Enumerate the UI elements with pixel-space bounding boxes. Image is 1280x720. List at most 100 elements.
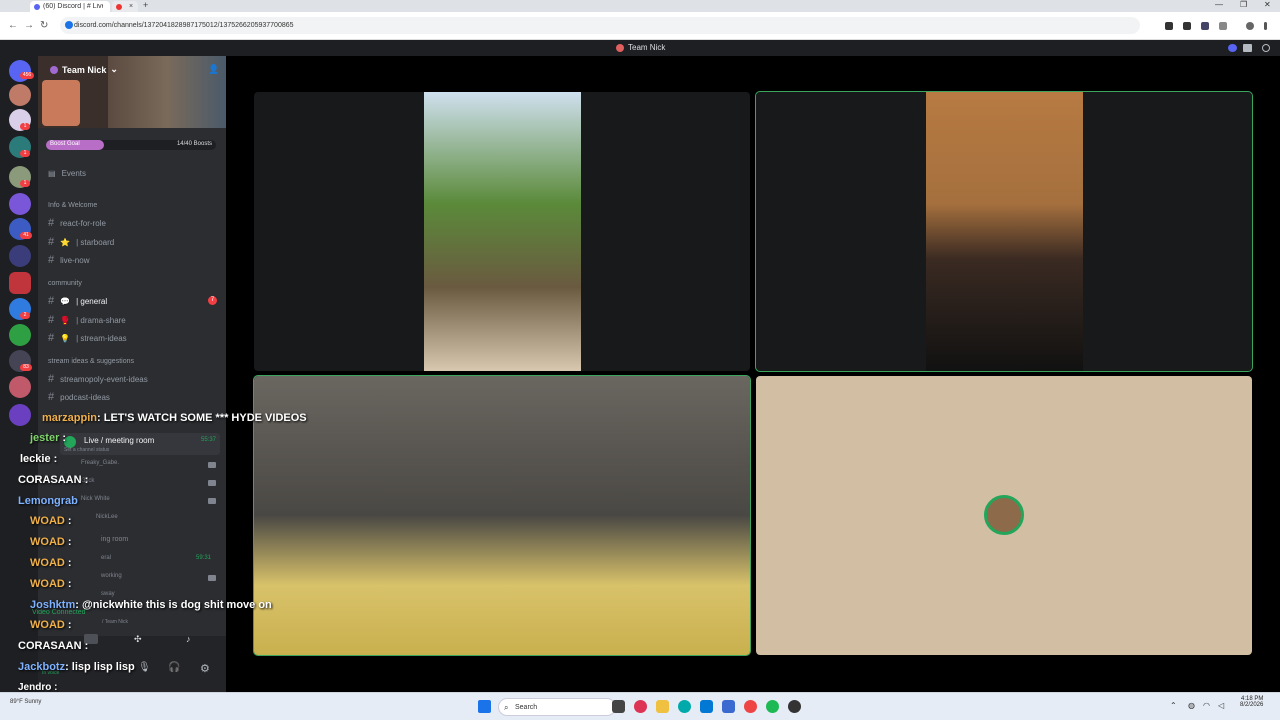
hash-icon: # <box>48 295 55 307</box>
voice-user[interactable]: Freaky_Gabe. <box>81 460 119 466</box>
voice-user[interactable]: Nick White <box>81 496 110 502</box>
boost-label: Boost Goal <box>50 141 80 147</box>
server-icon[interactable] <box>9 84 31 106</box>
server-icon[interactable] <box>9 272 31 294</box>
chat-username: WOAD <box>30 557 65 569</box>
obs-icon[interactable] <box>788 700 801 713</box>
boost-goal-bar[interactable]: Boost Goal 14/40 Boosts <box>46 140 216 150</box>
profile-icon[interactable] <box>1246 22 1254 30</box>
chat-message: WOAD : <box>30 536 72 548</box>
windows-taskbar: 89°F Sunny ⌕ Search ⌃ ◍ ◠ ◁ 4:18 PM 8/2/… <box>0 692 1280 720</box>
channel-status[interactable]: Set a channel status <box>64 447 109 453</box>
channel-streamopoly-event-ideas[interactable]: # streamopoly-event-ideas <box>48 373 148 385</box>
channel-label: | starboard <box>76 237 115 247</box>
minimize-button[interactable]: — <box>1215 0 1223 9</box>
screen-icon[interactable] <box>1243 44 1252 52</box>
task-view-icon[interactable] <box>612 700 625 713</box>
taskbar-search[interactable]: ⌕ Search <box>498 698 616 716</box>
new-tab-button[interactable]: + <box>143 0 148 10</box>
tray-chevron-icon[interactable]: ⌃ <box>1170 701 1177 710</box>
voice-user[interactable]: sway <box>101 591 115 597</box>
channel-stream-ideas[interactable]: # 💡 | stream-ideas <box>48 332 127 344</box>
search-label: Search <box>515 703 538 711</box>
star-icon: ⭐ <box>60 237 71 247</box>
reload-button[interactable]: ↻ <box>40 20 48 31</box>
edge-icon[interactable] <box>678 700 691 713</box>
soundboard-icon[interactable]: ♪ <box>186 634 191 644</box>
mention-badge: 41 <box>20 232 32 239</box>
server-icon[interactable] <box>9 404 31 426</box>
site-info-icon[interactable] <box>65 21 73 29</box>
inbox-icon[interactable] <box>1228 44 1237 52</box>
participant-video <box>926 92 1083 371</box>
discord-title-bar: Team Nick <box>0 40 1280 56</box>
voice-channel-live-meeting-room[interactable]: Live / meeting room 55:37 Set a channel … <box>60 433 220 455</box>
invite-icon[interactable]: 👤 <box>208 64 219 75</box>
voice-user[interactable]: working <box>101 573 122 579</box>
browser-tab-discord[interactable]: (60) Discord | # Live / ... <box>30 1 110 12</box>
server-name-header[interactable]: Team Nick ⌄ <box>50 64 118 75</box>
spotify-icon[interactable] <box>766 700 779 713</box>
channel-podcast-ideas[interactable]: # podcast-ideas <box>48 391 110 403</box>
mail-icon[interactable] <box>722 700 735 713</box>
server-icon[interactable] <box>9 324 31 346</box>
microphone-icon[interactable]: 🎙 <box>138 662 151 673</box>
voice-user[interactable]: eral <box>101 555 111 561</box>
server-icon[interactable] <box>9 245 31 267</box>
events-link[interactable]: ▤ Events <box>48 169 86 178</box>
chat-username: CORASAAN <box>18 640 82 652</box>
close-tab-icon[interactable]: × <box>129 3 133 10</box>
server-icon[interactable] <box>9 376 31 398</box>
weather-widget[interactable]: 89°F Sunny <box>10 699 41 705</box>
voice-channel-label[interactable]: ing room <box>101 536 128 543</box>
channel-live-now[interactable]: # live-now <box>48 254 89 266</box>
mention-badge: 1 <box>20 123 30 130</box>
network-icon[interactable]: ◍ <box>1188 701 1195 710</box>
category-stream-ideas[interactable]: stream ideas & suggestions <box>48 358 134 365</box>
windows-start-icon[interactable] <box>478 700 491 713</box>
chat-text: : <box>67 515 72 527</box>
channel-react-for-role[interactable]: # react-for-role <box>48 217 106 229</box>
close-window-button[interactable]: ✕ <box>1264 0 1271 9</box>
chat-message: CORASAAN : <box>18 640 88 652</box>
menu-icon[interactable] <box>1264 22 1267 30</box>
video-tile-3-speaking[interactable] <box>253 375 751 656</box>
activities-icon[interactable]: ✣ <box>134 634 142 645</box>
channel-label: | drama-share <box>76 315 126 325</box>
channel-starboard[interactable]: # ⭐ | starboard <box>48 236 114 248</box>
extension-icon[interactable] <box>1201 22 1209 30</box>
settings-gear-icon[interactable]: ⚙ <box>200 662 210 675</box>
server-icon[interactable] <box>9 193 31 215</box>
file-explorer-icon[interactable] <box>656 700 669 713</box>
forward-button[interactable]: → <box>24 20 34 31</box>
category-info-welcome[interactable]: Info & Welcome <box>48 202 97 209</box>
extension-icon[interactable] <box>1165 22 1173 30</box>
wifi-icon[interactable]: ◠ <box>1203 701 1210 710</box>
video-tile-4-avatar[interactable] <box>756 376 1252 655</box>
taskbar-clock[interactable]: 4:18 PM 8/2/2026 <box>1240 696 1263 708</box>
chat-message: jester : <box>30 432 66 444</box>
channel-general[interactable]: # 💬 | general <box>48 295 107 307</box>
chrome-icon[interactable] <box>744 700 757 713</box>
extensions-puzzle-icon[interactable] <box>1219 22 1227 30</box>
channel-drama-share[interactable]: # 🥊 | drama-share <box>48 314 126 326</box>
maximize-button[interactable]: ❐ <box>1240 0 1247 9</box>
browser-tab-second[interactable]: × <box>112 1 138 12</box>
video-tile-1[interactable] <box>254 92 750 371</box>
video-tile-2-speaking[interactable] <box>755 91 1253 372</box>
camera-icon <box>208 480 216 486</box>
mention-badge: 1 <box>20 150 30 157</box>
help-icon[interactable] <box>1262 44 1270 52</box>
back-button[interactable]: ← <box>8 20 18 31</box>
window-title: Team Nick <box>628 43 666 52</box>
headphones-icon[interactable]: 🎧 <box>168 662 180 673</box>
volume-icon[interactable]: ◁ <box>1218 701 1224 710</box>
copilot-icon[interactable] <box>634 700 647 713</box>
address-bar[interactable]: discord.com/channels/1372041828987175012… <box>60 17 1140 34</box>
extension-icon[interactable] <box>1183 22 1191 30</box>
chat-username: leckie <box>20 453 51 465</box>
chat-username: WOAD <box>30 619 65 631</box>
store-icon[interactable] <box>700 700 713 713</box>
voice-user[interactable]: NickLee <box>96 514 118 520</box>
category-community[interactable]: community <box>48 280 82 287</box>
